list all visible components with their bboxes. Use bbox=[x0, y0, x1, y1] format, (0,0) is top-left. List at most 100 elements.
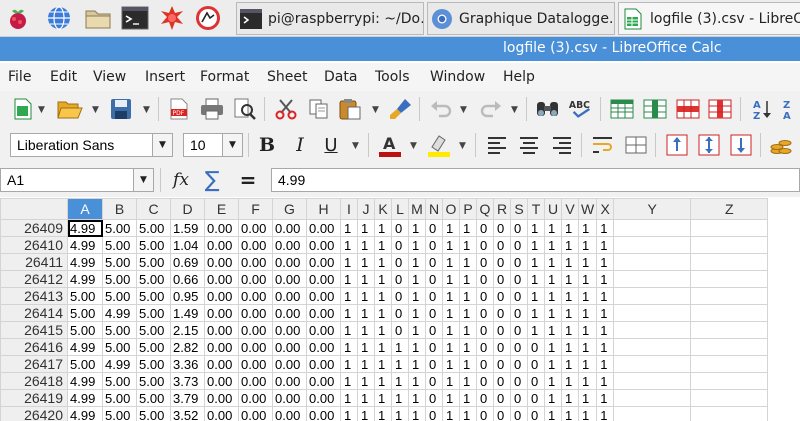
cell[interactable] bbox=[690, 304, 769, 322]
column-header[interactable]: V bbox=[561, 198, 579, 220]
copy-icon[interactable] bbox=[306, 96, 332, 122]
column-header[interactable]: C bbox=[136, 198, 171, 220]
cell[interactable]: 1 bbox=[596, 321, 615, 339]
cell[interactable]: 5.00 bbox=[136, 304, 171, 322]
cell[interactable]: 1 bbox=[561, 372, 579, 390]
cell[interactable]: 0.00 bbox=[272, 338, 307, 356]
cell[interactable]: 5.00 bbox=[102, 389, 137, 407]
cell[interactable]: 0.00 bbox=[204, 406, 239, 421]
cell[interactable]: 1 bbox=[374, 253, 392, 271]
cell[interactable]: 0 bbox=[510, 389, 528, 407]
cell[interactable]: 0 bbox=[425, 304, 443, 322]
menu-edit[interactable]: Edit bbox=[50, 69, 77, 85]
cell[interactable] bbox=[690, 406, 769, 421]
cell[interactable]: 1 bbox=[374, 236, 392, 254]
cell[interactable]: 1 bbox=[442, 321, 460, 339]
column-header[interactable]: Q bbox=[476, 198, 494, 220]
cell[interactable]: 0 bbox=[425, 406, 443, 421]
cell[interactable]: 0 bbox=[391, 304, 409, 322]
cell[interactable]: 1 bbox=[561, 287, 579, 305]
cell[interactable]: 0 bbox=[493, 270, 511, 288]
cell[interactable]: 0 bbox=[425, 236, 443, 254]
cell[interactable]: 5.00 bbox=[136, 406, 171, 421]
cell[interactable]: 0.00 bbox=[204, 338, 239, 356]
cell[interactable]: 0 bbox=[510, 236, 528, 254]
cell[interactable]: 1 bbox=[596, 389, 615, 407]
cell[interactable]: 0 bbox=[493, 304, 511, 322]
align-center-icon[interactable] bbox=[516, 132, 542, 158]
cell[interactable]: 1 bbox=[577, 287, 598, 305]
cell[interactable]: 5.00 bbox=[102, 219, 137, 237]
cell[interactable]: 0 bbox=[493, 236, 511, 254]
cell[interactable]: 0 bbox=[476, 270, 494, 288]
cell[interactable]: 0.00 bbox=[306, 287, 341, 305]
task-terminal[interactable]: pi@raspberrypi: ~/Do… bbox=[236, 2, 424, 35]
cell[interactable]: 1 bbox=[340, 287, 358, 305]
cell[interactable]: 5.00 bbox=[67, 321, 103, 339]
cell[interactable]: 0.00 bbox=[238, 236, 273, 254]
chevron-down-icon[interactable]: ▼ bbox=[511, 105, 518, 115]
cell[interactable]: 1 bbox=[459, 219, 477, 237]
cell[interactable]: 1 bbox=[442, 270, 460, 288]
cell[interactable]: 0 bbox=[476, 304, 494, 322]
cell[interactable]: 1 bbox=[577, 253, 598, 271]
cell[interactable]: 1 bbox=[544, 389, 562, 407]
cell[interactable]: 1 bbox=[561, 355, 579, 373]
formula-input[interactable] bbox=[271, 168, 800, 192]
cell[interactable] bbox=[613, 253, 692, 271]
formula-icon[interactable]: = bbox=[235, 167, 261, 193]
column-header[interactable]: M bbox=[408, 198, 426, 220]
cell[interactable]: 1 bbox=[596, 287, 615, 305]
cell[interactable]: 4.99 bbox=[67, 236, 103, 254]
cell[interactable]: 1 bbox=[561, 389, 579, 407]
cell[interactable]: 1 bbox=[459, 236, 477, 254]
highlight-color-icon[interactable] bbox=[426, 132, 452, 158]
cell[interactable]: 1 bbox=[357, 338, 375, 356]
cell[interactable]: 1 bbox=[544, 338, 562, 356]
cell[interactable]: 5.00 bbox=[102, 338, 137, 356]
row-header[interactable]: 26417 bbox=[0, 355, 68, 373]
column-header[interactable]: B bbox=[102, 198, 137, 220]
cell[interactable]: 0.00 bbox=[306, 270, 341, 288]
cell[interactable]: 1 bbox=[357, 304, 375, 322]
align-right-icon[interactable] bbox=[549, 132, 575, 158]
cell[interactable]: 1 bbox=[459, 287, 477, 305]
cell[interactable]: 5.00 bbox=[67, 355, 103, 373]
cell[interactable]: 1 bbox=[561, 406, 579, 421]
cell[interactable]: 5.00 bbox=[136, 219, 171, 237]
cell[interactable]: 0.00 bbox=[306, 236, 341, 254]
cell[interactable] bbox=[613, 321, 692, 339]
cell[interactable]: 0 bbox=[476, 406, 494, 421]
cell[interactable]: 1 bbox=[596, 253, 615, 271]
cell[interactable]: 0 bbox=[476, 236, 494, 254]
cell[interactable]: 1 bbox=[408, 338, 426, 356]
cell[interactable]: 0 bbox=[510, 338, 528, 356]
cell[interactable]: 1 bbox=[374, 389, 392, 407]
cell[interactable]: 1 bbox=[596, 304, 615, 322]
cell[interactable] bbox=[613, 338, 692, 356]
select-all-corner[interactable] bbox=[0, 198, 68, 220]
menu-view[interactable]: View bbox=[93, 69, 126, 85]
cell[interactable]: 0.00 bbox=[306, 304, 341, 322]
row-header[interactable]: 26414 bbox=[0, 304, 68, 322]
cell[interactable]: 0 bbox=[476, 321, 494, 339]
cell[interactable]: 1 bbox=[577, 372, 598, 390]
cell[interactable]: 0.00 bbox=[204, 270, 239, 288]
row-header[interactable]: 26410 bbox=[0, 236, 68, 254]
cell[interactable]: 0.00 bbox=[238, 287, 273, 305]
cell[interactable]: 0.00 bbox=[238, 389, 273, 407]
cell[interactable]: 0 bbox=[425, 372, 443, 390]
cell[interactable]: 1 bbox=[357, 372, 375, 390]
cell[interactable]: 3.79 bbox=[170, 389, 205, 407]
window-titlebar[interactable]: logfile (3).csv - LibreOffice Calc bbox=[0, 37, 800, 61]
column-header[interactable]: H bbox=[306, 198, 341, 220]
cell[interactable]: 1 bbox=[357, 389, 375, 407]
cell[interactable]: 0 bbox=[425, 270, 443, 288]
cell[interactable]: 5.00 bbox=[102, 406, 137, 421]
cell[interactable]: 0 bbox=[510, 372, 528, 390]
cell[interactable]: 1 bbox=[459, 406, 477, 421]
cell[interactable]: 1 bbox=[408, 321, 426, 339]
row-header[interactable]: 26411 bbox=[0, 253, 68, 271]
italic-icon[interactable]: I bbox=[287, 132, 313, 158]
cell[interactable]: 1 bbox=[357, 287, 375, 305]
